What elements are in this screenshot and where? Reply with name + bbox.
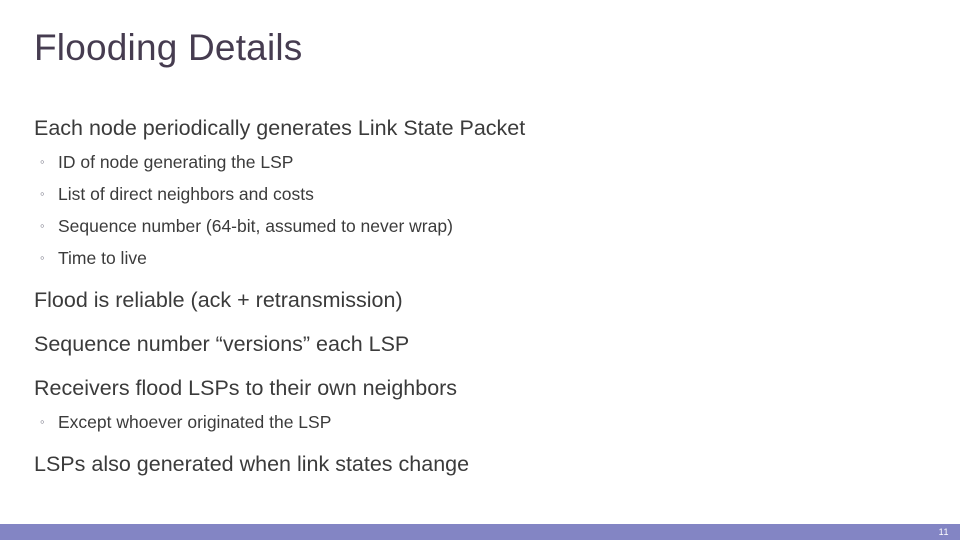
bullet-text: Flood is reliable (ack + retransmission) bbox=[34, 288, 403, 312]
hollow-circle-bullet-icon: ◦ bbox=[40, 154, 45, 169]
hollow-circle-bullet-icon: ◦ bbox=[40, 414, 45, 429]
hollow-circle-bullet-icon: ◦ bbox=[40, 250, 45, 265]
page-title: Flooding Details bbox=[34, 27, 303, 68]
bullet-text: LSPs also generated when link states cha… bbox=[34, 452, 470, 476]
bullet-level2: ◦ Sequence number (64-bit, assumed to ne… bbox=[34, 210, 924, 242]
bullet-level2: ◦ ID of node generating the LSP bbox=[34, 146, 924, 178]
bullet-text: ID of node generating the LSP bbox=[58, 152, 294, 172]
bullet-text: List of direct neighbors and costs bbox=[58, 184, 314, 204]
bullet-text: Time to live bbox=[58, 248, 147, 268]
bullet-list: Each node periodically generates Link St… bbox=[34, 110, 924, 482]
bullet-text: Each node periodically generates Link St… bbox=[34, 116, 526, 140]
bullet-level2: ◦ Except whoever originated the LSP bbox=[34, 406, 924, 438]
bullet-level1: Flood is reliable (ack + retransmission) bbox=[34, 282, 924, 318]
bullet-text: Except whoever originated the LSP bbox=[58, 412, 332, 432]
bullet-level2: ◦ List of direct neighbors and costs bbox=[34, 178, 924, 210]
bullet-text: Receivers flood LSPs to their own neighb… bbox=[34, 376, 458, 400]
footer-accent-bar: 11 bbox=[0, 524, 960, 540]
slide-number: 11 bbox=[938, 527, 949, 537]
bullet-level1: LSPs also generated when link states cha… bbox=[34, 446, 924, 482]
bullet-text: Sequence number “versions” each LSP bbox=[34, 332, 410, 356]
bullet-level2: ◦ Time to live bbox=[34, 242, 924, 274]
bullet-level1: Sequence number “versions” each LSP bbox=[34, 326, 924, 362]
presentation-slide: Flooding Details Each node periodically … bbox=[0, 0, 960, 540]
bullet-level1: Each node periodically generates Link St… bbox=[34, 110, 924, 146]
hollow-circle-bullet-icon: ◦ bbox=[40, 186, 45, 201]
bullet-text: Sequence number (64-bit, assumed to neve… bbox=[58, 216, 453, 236]
hollow-circle-bullet-icon: ◦ bbox=[40, 218, 45, 233]
bullet-level1: Receivers flood LSPs to their own neighb… bbox=[34, 370, 924, 406]
slide-body: Each node periodically generates Link St… bbox=[34, 110, 924, 482]
